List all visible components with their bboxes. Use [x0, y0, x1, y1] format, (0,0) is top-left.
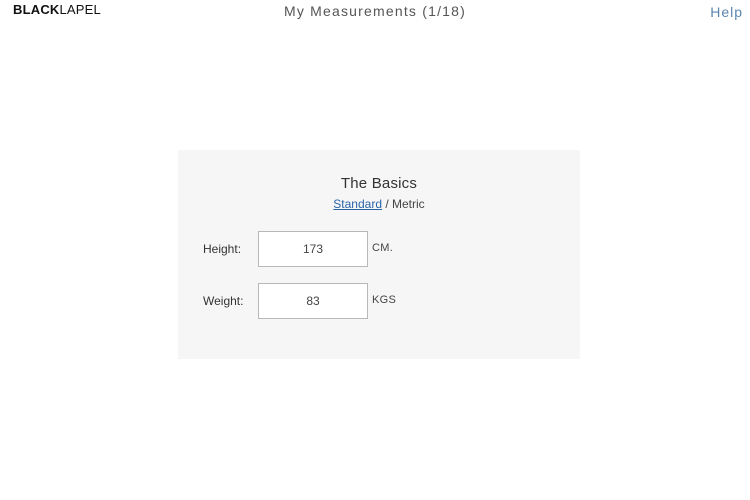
header: BLACKLAPEL My Measurements (1/18) Help — [0, 0, 750, 30]
page-title: My Measurements (1/18) — [283, 3, 466, 19]
weight-input[interactable] — [258, 283, 368, 319]
height-unit: CM. — [372, 242, 394, 254]
card-title: The Basics — [340, 175, 418, 192]
weight-row: Weight: KGS — [203, 283, 563, 319]
help-link[interactable]: Help — [710, 4, 743, 20]
weight-label: Weight: — [203, 294, 244, 308]
height-row: Height: CM. — [203, 231, 563, 267]
unit-separator: / — [382, 197, 393, 211]
height-input[interactable] — [258, 231, 368, 267]
weight-unit: KGS — [372, 294, 397, 306]
unit-toggle: Standard / Metric — [178, 197, 580, 211]
unit-metric-option[interactable]: Metric — [392, 197, 425, 211]
basics-card: The Basics Standard / Metric Height: CM.… — [178, 150, 580, 359]
height-label: Height: — [203, 242, 242, 256]
unit-standard-link[interactable]: Standard — [333, 197, 382, 211]
